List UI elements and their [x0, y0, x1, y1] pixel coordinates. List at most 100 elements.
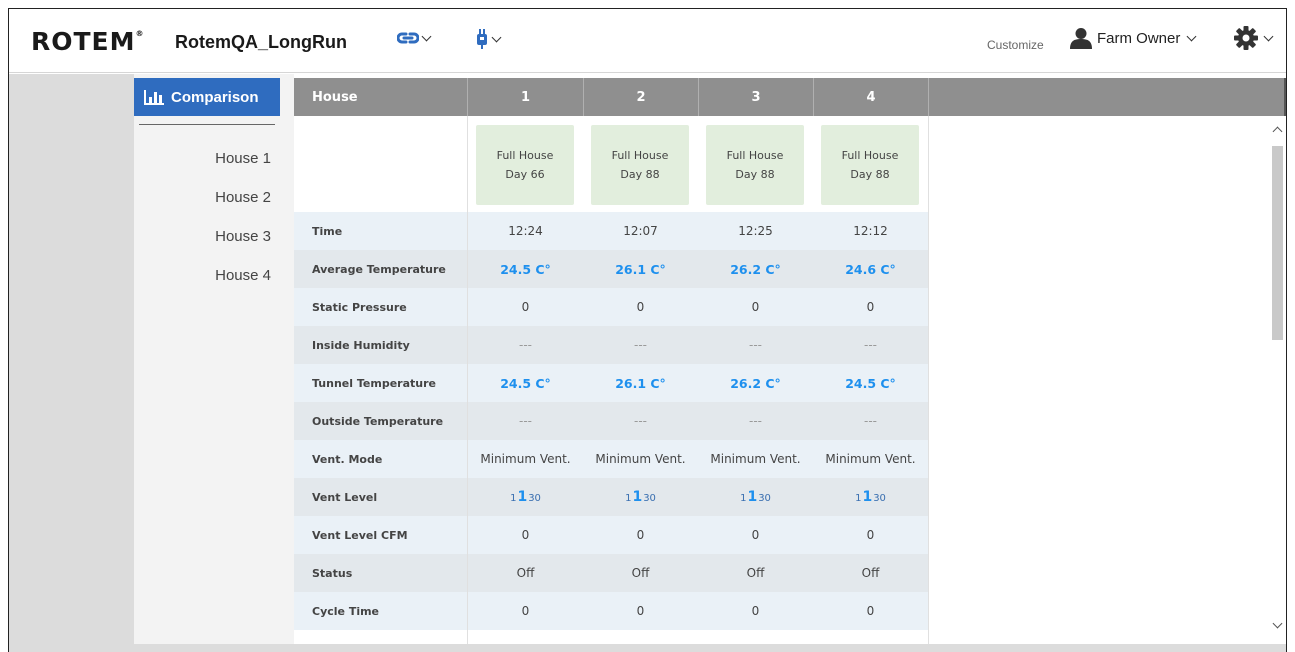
plug-menu-button[interactable] [475, 28, 502, 50]
table-cell[interactable]: 24.5 C° [468, 364, 583, 402]
sidebar-item-house-3[interactable]: House 3 [215, 228, 271, 245]
table-cell: 0 [751, 300, 760, 314]
scroll-up-arrow-icon[interactable] [1272, 126, 1283, 137]
bar-chart-icon [144, 90, 164, 105]
sidebar-item-house-4[interactable]: House 4 [215, 267, 271, 284]
vent-level-indicator: 1130 [740, 489, 771, 505]
table-cell[interactable]: 1130 [468, 478, 583, 516]
table-cell: 12:25 [738, 224, 773, 238]
table-cell: 0 [521, 300, 530, 314]
settings-menu[interactable] [1233, 25, 1274, 51]
column-header-house-1[interactable]: 1 [467, 78, 583, 116]
plug-icon [477, 29, 487, 49]
app-window: ROTEM® RotemQA_LongRun Customize Farm Ow… [8, 8, 1287, 652]
vent-level-max: 30 [528, 493, 541, 504]
link-icon [397, 32, 419, 44]
table-row: Vent. Mode Minimum Vent. Minimum Vent. Mini… [294, 440, 928, 478]
table-cell: 0 [521, 528, 530, 542]
table-row: Cycle Time 0 0 0 0 [294, 592, 928, 630]
table-cell: Minimum Vent. [825, 452, 916, 466]
table-cell[interactable]: 24.6 C° [813, 250, 928, 288]
table-cell: Minimum Vent. [595, 452, 686, 466]
table-cell: Off [861, 566, 880, 580]
status-line: Full House [841, 149, 899, 162]
table-cell[interactable]: 24.5 C° [468, 250, 583, 288]
vent-level-indicator: 1130 [510, 489, 541, 505]
column-header-house-3[interactable]: 3 [698, 78, 813, 116]
house-status-card[interactable]: Full House Day 88 [591, 125, 689, 205]
table-cell: --- [749, 414, 762, 428]
table-cell: --- [634, 338, 647, 352]
customize-link[interactable]: Customize [987, 38, 1044, 52]
table-cell[interactable]: 26.2 C° [698, 250, 813, 288]
table-cell[interactable]: 26.1 C° [583, 364, 698, 402]
table-cell: 0 [636, 604, 645, 618]
status-line: Full House [611, 149, 669, 162]
scroll-down-arrow-icon[interactable] [1272, 618, 1283, 629]
table-cell[interactable]: 26.1 C° [583, 250, 698, 288]
row-label: Cycle Time [312, 604, 380, 618]
column-divider [928, 116, 929, 644]
bottom-margin [134, 644, 1286, 652]
row-label: Vent Level CFM [312, 528, 408, 542]
sidebar-item-house-1[interactable]: House 1 [215, 150, 271, 167]
table-cell[interactable]: 1130 [698, 478, 813, 516]
vent-level-min: 1 [855, 493, 862, 504]
table-cell: 0 [636, 300, 645, 314]
table-cell: Minimum Vent. [480, 452, 571, 466]
row-label: Vent. Mode [312, 452, 383, 466]
table-header: House 1 2 3 4 [294, 78, 1286, 116]
table-cell: --- [864, 414, 877, 428]
row-label: Static Pressure [312, 300, 407, 314]
chevron-down-icon [491, 32, 502, 42]
vertical-scrollbar[interactable] [1271, 120, 1286, 644]
table-cell: --- [519, 414, 532, 428]
column-header-house: House [312, 89, 358, 105]
table-cell: Off [631, 566, 650, 580]
user-menu[interactable]: Farm Owner [1069, 27, 1197, 49]
day-line: Day 88 [850, 168, 890, 181]
table-row: Inside Humidity --- --- --- --- [294, 326, 928, 364]
chevron-down-icon [421, 31, 432, 41]
row-label: Vent Level [312, 490, 378, 504]
table-cell: 0 [636, 528, 645, 542]
column-header-house-4[interactable]: 4 [813, 78, 929, 116]
table-cell[interactable]: 26.2 C° [698, 364, 813, 402]
table-row: Vent Level CFM 0 0 0 0 [294, 516, 928, 554]
table-cell[interactable]: 1130 [583, 478, 698, 516]
day-line: Day 88 [735, 168, 775, 181]
house-status-card[interactable]: Full House Day 88 [821, 125, 919, 205]
house-status-card[interactable]: Full House Day 66 [476, 125, 574, 205]
vent-level-indicator: 1130 [625, 489, 656, 505]
table-row: Status Off Off Off Off [294, 554, 928, 592]
vent-level-current: 1 [517, 489, 528, 505]
table-cell: 12:12 [853, 224, 888, 238]
comparison-button[interactable]: Comparison [134, 78, 280, 116]
row-label: Status [312, 566, 353, 580]
vent-level-indicator: 1130 [855, 489, 886, 505]
row-label: Time [312, 224, 343, 238]
table-row: Static Pressure 0 0 0 0 [294, 288, 928, 326]
row-label: Outside Temperature [312, 414, 444, 428]
scrollbar-thumb[interactable] [1272, 146, 1283, 340]
vent-level-current: 1 [747, 489, 758, 505]
row-label: Inside Humidity [312, 338, 410, 352]
vent-level-max: 30 [873, 493, 886, 504]
table-cell[interactable]: 24.5 C° [813, 364, 928, 402]
table-cell: 0 [521, 604, 530, 618]
column-header-house-2[interactable]: 2 [583, 78, 698, 116]
table-row: Vent Level 1130 1130 1130 1130 [294, 478, 928, 516]
chevron-down-icon [1186, 31, 1197, 41]
top-bar: ROTEM® RotemQA_LongRun Customize Farm Ow… [9, 9, 1286, 73]
link-menu-button[interactable] [397, 31, 432, 45]
house-status-row: Full House Day 66 Full House Day 88 Full… [294, 116, 928, 212]
table-cell[interactable]: 1130 [813, 478, 928, 516]
sidebar-item-house-2[interactable]: House 2 [215, 189, 271, 206]
table-cell: --- [749, 338, 762, 352]
vent-level-min: 1 [625, 493, 632, 504]
table-cell: --- [634, 414, 647, 428]
house-status-card[interactable]: Full House Day 88 [706, 125, 804, 205]
status-line: Full House [726, 149, 784, 162]
day-line: Day 66 [505, 168, 545, 181]
left-margin [9, 74, 134, 652]
